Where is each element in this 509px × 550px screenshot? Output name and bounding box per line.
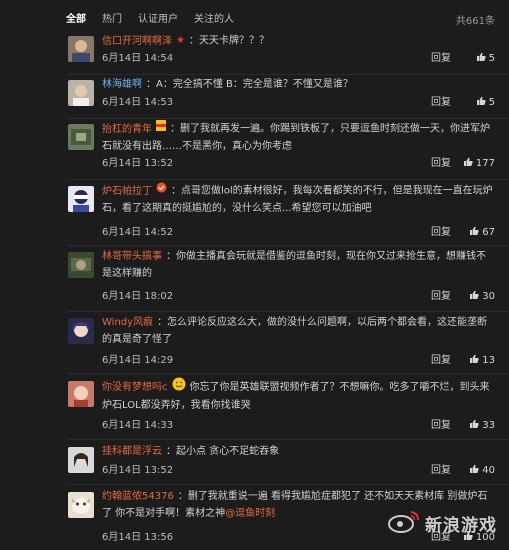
like-button[interactable]: 177 (455, 156, 495, 173)
thumbs-up-icon (469, 464, 479, 480)
comment-item: 你没有梦想吗c 你忘了你是英雄联盟视频作者了？不想嘛你。吃多了嚼不烂，到头来炉石L… (0, 377, 509, 435)
thumbs-up-icon (469, 226, 479, 242)
divider (68, 74, 509, 75)
timestamp: 6月14日 13:52 (102, 158, 174, 169)
username[interactable]: Windy风痕 (102, 317, 153, 328)
comment-text: 起小点 贪心不足蛇吞象 (176, 446, 280, 457)
like-button[interactable]: 40 (455, 463, 495, 480)
thumbs-up-icon (469, 354, 479, 370)
comment-item: 林哥带头搞事 ：你做主播真会玩就是借鉴的逗鱼时刻，现在你又过来抢生意，想赚钱不是这… (0, 248, 509, 306)
comment-count: 共661条 (455, 16, 495, 27)
timestamp: 6月14日 14:52 (102, 227, 174, 238)
username[interactable]: 炉石帕拉丁 (102, 186, 152, 197)
like-count: 177 (475, 158, 495, 169)
tab-following[interactable]: 关注的人 (194, 10, 234, 25)
reply-button[interactable]: 回复 (431, 418, 451, 434)
like-button[interactable]: 5 (455, 51, 495, 68)
divider (68, 118, 509, 119)
thumbs-up-icon (476, 52, 486, 68)
timestamp: 6月14日 14:33 (102, 420, 174, 431)
avatar[interactable] (68, 318, 94, 344)
avatar[interactable] (68, 492, 94, 518)
username[interactable]: 林哥带头搞事 (102, 251, 162, 262)
tab-hot[interactable]: 热门 (102, 10, 122, 25)
username[interactable]: 信口开河啊啊泽 (102, 36, 172, 47)
thumbs-up-icon (463, 157, 473, 173)
divider (68, 484, 509, 485)
avatar[interactable] (68, 124, 94, 150)
like-count: 67 (482, 227, 495, 238)
thumbs-up-icon (469, 419, 479, 435)
like-count: 13 (482, 355, 495, 366)
comment-item: Windy风痕 ：怎么评论反应这么大，做的没什么问题啊，以后两个都会看，这还能垄断… (0, 314, 509, 370)
comment-item: 信口开河啊啊泽 ★ ：天天卡牌？？？ 6月14日 14:54 回复 5 (0, 32, 509, 72)
sina-logo-icon (387, 509, 421, 538)
username[interactable]: 抬杠的青年 (102, 124, 152, 135)
reply-button[interactable]: 回复 (431, 353, 451, 369)
comment-text: A：完全搞不懂 B：完全是谁？不懂又是谁？ (156, 79, 353, 90)
flag-badge-icon (156, 120, 166, 137)
like-button[interactable]: 5 (455, 95, 495, 112)
like-count: 33 (482, 420, 495, 431)
watermark-text: 新浪游戏 (425, 515, 497, 536)
mention-link[interactable]: @逗鱼时刻 (225, 508, 275, 519)
reply-button[interactable]: 回复 (431, 225, 451, 241)
thumbs-up-icon (469, 290, 479, 306)
username[interactable]: 林海雄啊 (102, 79, 142, 90)
avatar[interactable] (68, 381, 94, 407)
divider (68, 373, 509, 374)
like-button[interactable]: 13 (455, 353, 495, 370)
username[interactable]: 约翰蓝侬54376 (102, 491, 174, 502)
divider (68, 179, 509, 180)
comment-text: 天天卡牌？？？ (198, 35, 269, 47)
like-count: 40 (482, 465, 495, 476)
avatar[interactable] (68, 252, 94, 278)
like-count: 5 (488, 53, 495, 64)
verified-badge-icon (156, 182, 167, 199)
reply-button[interactable]: 回复 (431, 95, 451, 111)
thumbs-up-icon (476, 96, 486, 112)
divider (68, 439, 509, 440)
timestamp: 6月14日 14:53 (102, 97, 174, 108)
avatar[interactable] (68, 80, 94, 106)
reply-button[interactable]: 回复 (431, 463, 451, 479)
avatar[interactable] (68, 36, 94, 62)
filter-tabs: 全部 热门 认证用户 关注的人 (0, 0, 509, 34)
timestamp: 6月14日 13:56 (102, 532, 174, 543)
comment-item: 抬杠的青年 ：删了我就再发一遍。你踢到铁板了，只要逗鱼时刻还做一天，你进军炉石就没… (0, 120, 509, 176)
timestamp: 6月14日 14:29 (102, 355, 174, 366)
comment-item: 挂科都是浮云 ：起小点 贪心不足蛇吞象 6月14日 13:52 回复 40 (0, 443, 509, 483)
avatar[interactable] (68, 447, 94, 473)
reply-button[interactable]: 回复 (431, 51, 451, 67)
like-count: 30 (482, 291, 495, 302)
username[interactable]: 挂科都是浮云 (102, 446, 162, 457)
timestamp: 6月14日 18:02 (102, 291, 174, 302)
divider (68, 311, 509, 312)
comment-item: 林海雄啊 ：A：完全搞不懂 B：完全是谁？不懂又是谁？ 6月14日 14:53 回… (0, 76, 509, 116)
tab-all[interactable]: 全部 (66, 10, 86, 25)
timestamp: 6月14日 13:52 (102, 465, 174, 476)
tab-verified[interactable]: 认证用户 (138, 10, 178, 25)
timestamp: 6月14日 14:54 (102, 53, 174, 64)
star-badge-icon: ★ (176, 35, 185, 46)
reply-button[interactable]: 回复 (431, 156, 451, 172)
avatar[interactable] (68, 186, 94, 212)
like-button[interactable]: 33 (455, 418, 495, 435)
like-button[interactable]: 67 (455, 225, 495, 242)
comment-item: 炉石帕拉丁 ：点哥您做lol的素材很好，我每次看都笑的不行，但是我现在一直在玩炉石… (0, 182, 509, 240)
divider (68, 245, 509, 246)
like-button[interactable]: 30 (455, 289, 495, 306)
smiley-emoji-icon (172, 377, 186, 397)
reply-button[interactable]: 回复 (431, 289, 451, 305)
like-count: 5 (488, 97, 495, 108)
username[interactable]: 你没有梦想吗c (102, 382, 168, 393)
sina-games-watermark: 新浪游戏 (347, 506, 497, 540)
